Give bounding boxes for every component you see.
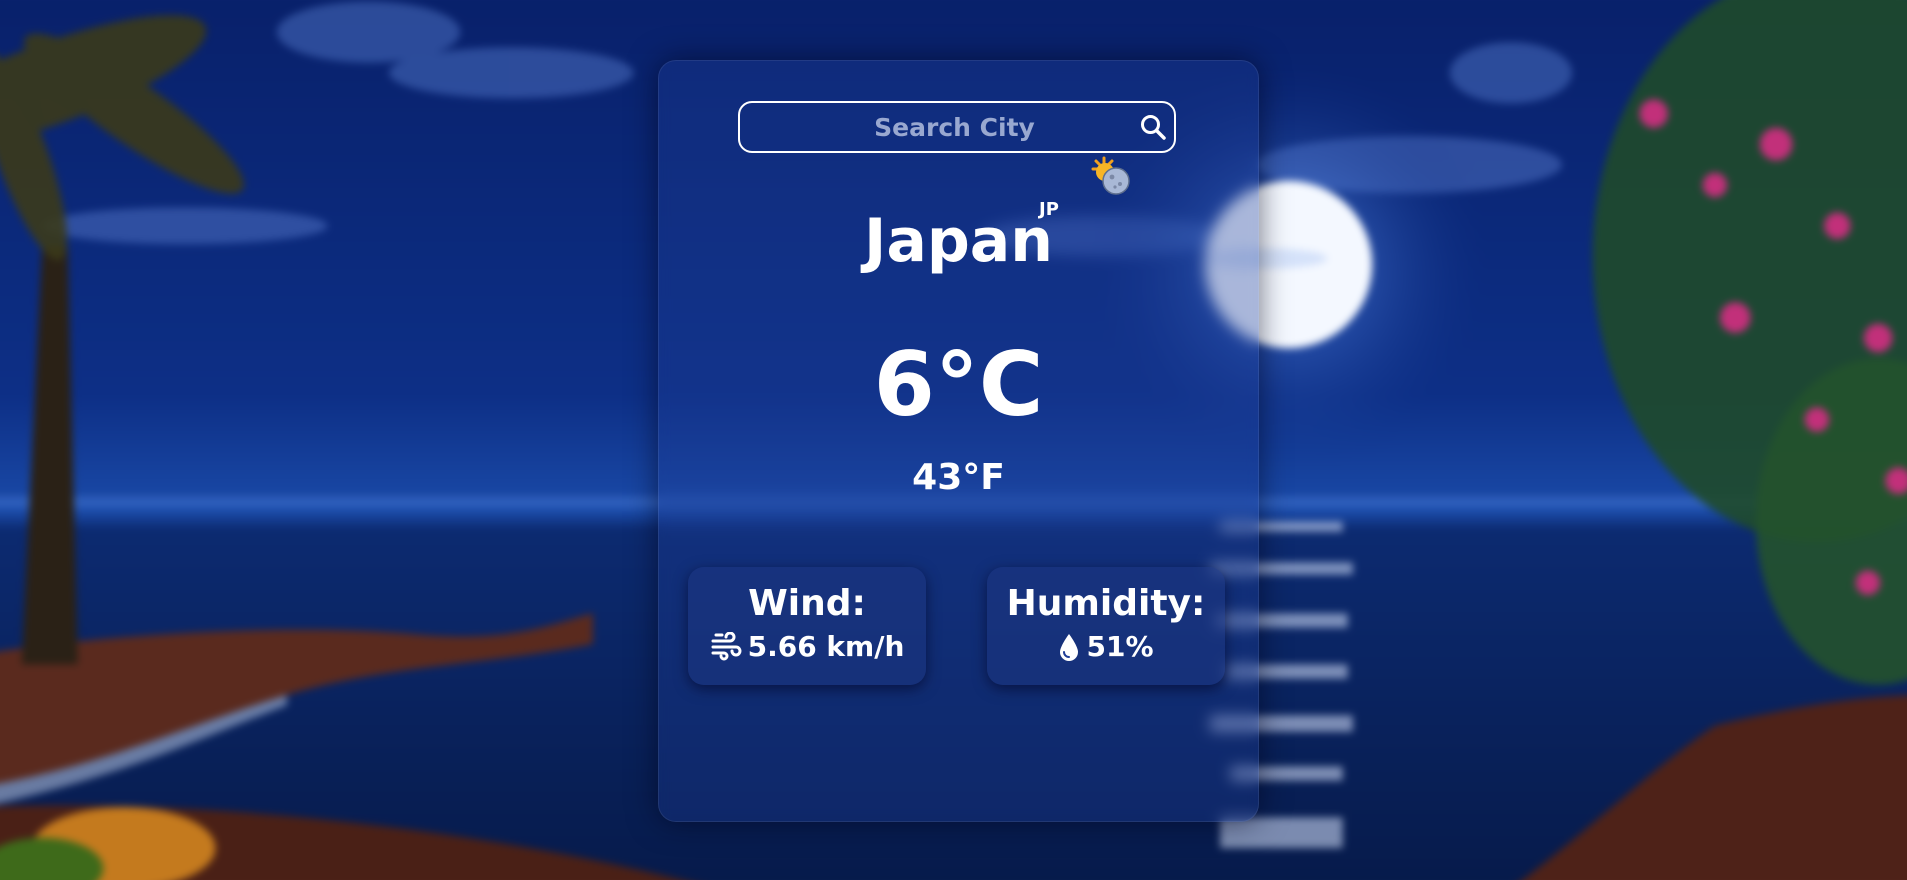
weather-card: Japan JP 6°C 43°F Wind: 5.66 km/h Humidi… bbox=[658, 60, 1259, 822]
humidity-value-row: 51% bbox=[987, 630, 1225, 663]
humidity-value: 51% bbox=[1086, 630, 1154, 663]
humidity-label: Humidity: bbox=[1006, 583, 1206, 624]
wind-value: 5.66 km/h bbox=[747, 630, 905, 663]
search-bar bbox=[738, 101, 1176, 153]
city-name: Japan bbox=[864, 206, 1053, 276]
wind-icon bbox=[711, 631, 742, 660]
humidity-panel: Humidity: 51% bbox=[987, 567, 1225, 685]
temperature-fahrenheit: 43°F bbox=[912, 457, 1005, 498]
country-code: JP bbox=[1039, 199, 1059, 220]
wind-panel: Wind: 5.66 km/h bbox=[688, 567, 926, 685]
wind-label: Wind: bbox=[748, 583, 866, 624]
search-icon bbox=[1140, 115, 1166, 140]
search-input[interactable] bbox=[740, 102, 1131, 152]
temperature-celsius: 6°C bbox=[873, 333, 1044, 436]
wind-value-row: 5.66 km/h bbox=[688, 630, 926, 663]
partly-sunny-icon bbox=[1091, 156, 1130, 195]
search-button[interactable] bbox=[1131, 103, 1174, 151]
droplet-icon bbox=[1060, 633, 1079, 661]
